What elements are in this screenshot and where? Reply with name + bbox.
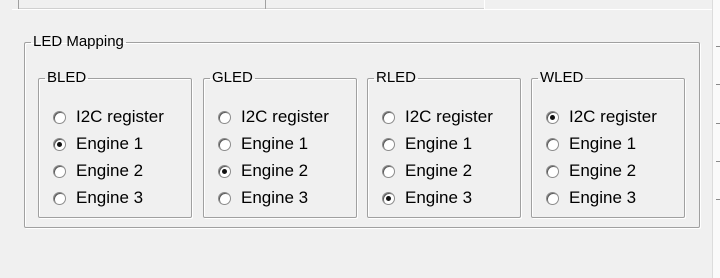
- option-label: Engine 3: [76, 188, 144, 207]
- radio-button[interactable]: [546, 191, 559, 205]
- option-label: Engine 1: [569, 134, 637, 153]
- gled-groupbox: GLED I2C register Engine 1 Engine 2 Engi…: [203, 70, 357, 218]
- rled-groupbox: RLED I2C register Engine 1 Engine 2 Engi…: [367, 70, 521, 218]
- option-label: Engine 2: [405, 161, 473, 180]
- radio-button[interactable]: [53, 164, 66, 178]
- wled-option-engine-2[interactable]: Engine 2: [546, 160, 636, 182]
- option-label: I2C register: [405, 107, 493, 126]
- scrollbar-tick: [716, 161, 720, 162]
- radio-button[interactable]: [546, 137, 559, 151]
- radio-button[interactable]: [382, 164, 395, 178]
- radio-selected-dot: [386, 195, 391, 201]
- radio-button[interactable]: [382, 191, 395, 205]
- wled-option-engine-1[interactable]: Engine 1: [546, 133, 636, 155]
- rled-option-engine-1[interactable]: Engine 1: [382, 133, 472, 155]
- option-label: Engine 3: [241, 188, 309, 207]
- scrollbar-tick: [716, 84, 720, 85]
- bled-option-engine-2[interactable]: Engine 2: [53, 160, 143, 182]
- option-label: Engine 1: [405, 134, 473, 153]
- bled-title: BLED: [47, 69, 87, 86]
- radio-button[interactable]: [53, 137, 66, 151]
- rled-option-engine-2[interactable]: Engine 2: [382, 160, 472, 182]
- gled-title: GLED: [212, 69, 253, 86]
- wled-option-engine-3[interactable]: Engine 3: [546, 187, 636, 209]
- wled-option-i2c-register[interactable]: I2C register: [546, 106, 657, 128]
- option-label: I2C register: [76, 107, 164, 126]
- option-label: Engine 1: [241, 134, 309, 153]
- radio-selected-dot: [57, 141, 62, 147]
- scrollbar-tick: [716, 123, 720, 124]
- tab-strip-divider: [12, 9, 720, 10]
- bled-option-i2c-register[interactable]: I2C register: [53, 106, 164, 128]
- tab-1[interactable]: [18, 0, 266, 9]
- wled-title: WLED: [540, 69, 584, 86]
- radio-button[interactable]: [53, 110, 66, 124]
- bled-option-engine-1[interactable]: Engine 1: [53, 133, 143, 155]
- gled-option-engine-3[interactable]: Engine 3: [218, 187, 308, 209]
- radio-button[interactable]: [218, 164, 231, 178]
- option-label: Engine 3: [569, 188, 637, 207]
- gled-option-i2c-register[interactable]: I2C register: [218, 106, 329, 128]
- radio-button[interactable]: [546, 164, 559, 178]
- rled-option-i2c-register[interactable]: I2C register: [382, 106, 493, 128]
- option-label: I2C register: [241, 107, 329, 126]
- tab-strip: [0, 0, 720, 10]
- rled-title: RLED: [376, 69, 417, 86]
- radio-selected-dot: [222, 168, 227, 174]
- bled-option-engine-3[interactable]: Engine 3: [53, 187, 143, 209]
- scrollbar-tick: [716, 46, 720, 47]
- option-label: Engine 2: [241, 161, 309, 180]
- option-label: Engine 1: [76, 134, 144, 153]
- radio-button[interactable]: [218, 110, 231, 124]
- radio-button[interactable]: [218, 191, 231, 205]
- radio-button[interactable]: [546, 110, 559, 124]
- led-mapping-title: LED Mapping: [33, 33, 124, 50]
- gled-option-engine-2[interactable]: Engine 2: [218, 160, 308, 182]
- radio-button[interactable]: [382, 110, 395, 124]
- radio-button[interactable]: [218, 137, 231, 151]
- tab-2[interactable]: [265, 0, 485, 9]
- scrollbar-tick: [716, 199, 720, 200]
- bled-groupbox: BLED I2C register Engine 1 Engine 2 Engi…: [38, 70, 192, 218]
- radio-selected-dot: [550, 114, 555, 120]
- radio-button[interactable]: [382, 137, 395, 151]
- radio-button[interactable]: [53, 191, 66, 205]
- option-label: Engine 3: [405, 188, 473, 207]
- option-label: Engine 2: [76, 161, 144, 180]
- vertical-scrollbar[interactable]: [712, 0, 720, 278]
- wled-groupbox: WLED I2C register Engine 1 Engine 2 Engi…: [531, 70, 685, 218]
- gled-option-engine-1[interactable]: Engine 1: [218, 133, 308, 155]
- option-label: I2C register: [569, 107, 657, 126]
- option-label: Engine 2: [569, 161, 637, 180]
- rled-option-engine-3[interactable]: Engine 3: [382, 187, 472, 209]
